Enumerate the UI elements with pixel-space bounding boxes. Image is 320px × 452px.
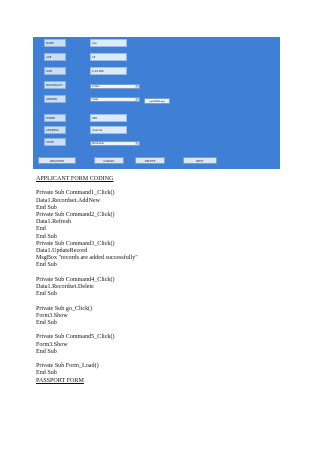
data-control[interactable]: |◂◂ Data1 ▸▸| xyxy=(144,98,170,104)
chevron-down-icon[interactable]: ▾ xyxy=(135,142,139,145)
label-state: STATE xyxy=(44,138,66,146)
phone-field[interactable]: 998 xyxy=(90,114,127,122)
code-line: Private Sub Command4_Click() xyxy=(36,276,115,283)
vb-form-screenshot: NAME AGE DOB NATIONALITY GENDER PHONE AD… xyxy=(33,37,280,169)
state-select[interactable]: tamilnadu ▾ xyxy=(90,141,140,146)
code-line: End Sub xyxy=(36,320,57,327)
section-heading: APPLICANT FORM CODING xyxy=(36,176,114,182)
dob-field[interactable]: 1/1/1996 xyxy=(90,67,127,75)
code-line: End Sub xyxy=(36,204,57,211)
code-line: Private Sub Command3_Click() xyxy=(36,240,115,247)
code-line: Private Sub go_Click() xyxy=(36,305,93,312)
label-dob: DOB xyxy=(44,67,66,75)
label-gender: GENDER xyxy=(44,95,66,103)
label-name: NAME xyxy=(44,39,66,47)
register-button[interactable]: REGISTER xyxy=(38,157,76,164)
gender-select[interactable]: male ▾ xyxy=(90,97,140,102)
label-nationality: NATIONALITY xyxy=(44,81,66,89)
code-line: End Sub xyxy=(36,370,57,377)
cancel-button[interactable]: CANCEL xyxy=(94,157,124,164)
code-line: Data1.Refresh xyxy=(36,219,72,226)
address-field[interactable]: chennai xyxy=(90,126,127,134)
nationality-select[interactable]: indian ▾ xyxy=(90,84,140,89)
code-line: Form3.Show xyxy=(36,341,68,348)
code-line: Private Sub Command5_Click() xyxy=(36,334,115,341)
code-line: Private Sub Command2_Click() xyxy=(36,212,115,218)
name-field[interactable]: ravi xyxy=(90,39,127,47)
gender-value: male xyxy=(92,98,98,101)
chevron-down-icon[interactable]: ▾ xyxy=(135,98,139,101)
code-line: Private Sub Command1_Click() xyxy=(36,190,115,197)
code-line: Private Sub Form_Load() xyxy=(36,363,99,370)
data-control-caption: Data1 xyxy=(153,100,161,103)
age-field[interactable]: 18 xyxy=(90,53,127,61)
code-line: Form3.Show xyxy=(36,312,68,319)
code-line: End Sub xyxy=(36,348,57,355)
code-line: End Sub xyxy=(36,262,57,269)
code-line: Data1.Recordset.Delete xyxy=(36,284,94,291)
code-listing: APPLICANT FORM CODING Private Sub Comman… xyxy=(36,176,296,385)
label-address: ADDRESS xyxy=(44,126,66,134)
code-line: MsgBox "records are added successfully" xyxy=(36,255,138,262)
last-record-icon[interactable]: ▸| xyxy=(163,100,165,103)
delete-button[interactable]: DELETE xyxy=(135,157,165,164)
label-phone: PHONE xyxy=(44,114,66,122)
code-line: End Sub xyxy=(36,233,57,240)
code-line: End xyxy=(36,226,46,233)
nationality-value: indian xyxy=(92,85,100,88)
code-line: End Sub xyxy=(36,291,57,298)
state-value: tamilnadu xyxy=(92,142,105,145)
label-age: AGE xyxy=(44,53,66,61)
code-line: Data1.Recordset.AddNew xyxy=(36,197,100,204)
chevron-down-icon[interactable]: ▾ xyxy=(135,85,139,88)
next-button[interactable]: NEXT xyxy=(183,157,217,164)
section-footer: PASSPORT FORM xyxy=(36,377,84,384)
